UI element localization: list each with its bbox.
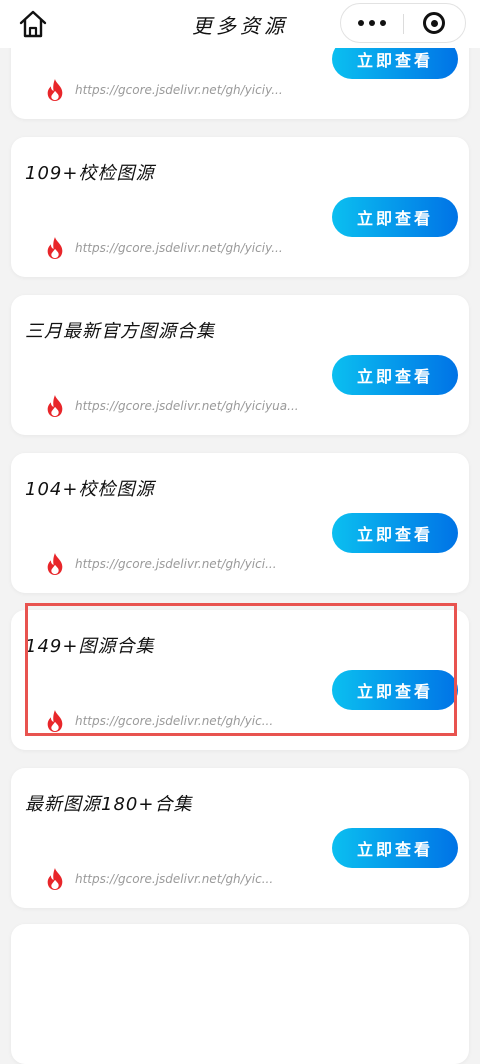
resource-card: 三月最新官方图源合集 立即查看 https://gcore.jsdelivr.n… xyxy=(11,295,469,435)
resource-url[interactable]: https://gcore.jsdelivr.net/gh/yici... xyxy=(75,557,277,571)
target-close-icon xyxy=(423,12,445,34)
fire-icon xyxy=(47,237,63,259)
mini-program-capsule xyxy=(340,3,466,43)
more-button[interactable] xyxy=(341,4,403,42)
resource-url[interactable]: https://gcore.jsdelivr.net/gh/yic... xyxy=(75,872,273,886)
resource-card: 104+校检图源 立即查看 https://gcore.jsdelivr.net… xyxy=(11,453,469,593)
resource-url[interactable]: https://gcore.jsdelivr.net/gh/yiciy... xyxy=(75,241,283,255)
view-now-button[interactable]: 立即查看 xyxy=(332,355,458,395)
resource-url[interactable]: https://gcore.jsdelivr.net/gh/yic... xyxy=(75,714,273,728)
resource-url[interactable]: https://gcore.jsdelivr.net/gh/yiciyua... xyxy=(75,399,299,413)
fire-icon xyxy=(47,79,63,101)
view-now-button[interactable]: 立即查看 xyxy=(332,828,458,868)
resource-title: 三月最新官方图源合集 xyxy=(25,321,215,342)
fire-icon xyxy=(47,710,63,732)
view-now-button[interactable]: 立即查看 xyxy=(332,197,458,237)
fire-icon xyxy=(47,868,63,890)
view-now-button[interactable]: 立即查看 xyxy=(332,670,458,710)
resource-title: 104+校检图源 xyxy=(25,479,155,500)
resource-title: 最新图源180+合集 xyxy=(25,794,193,815)
fire-icon xyxy=(47,395,63,417)
resource-card: 最新图源180+合集 立即查看 https://gcore.jsdelivr.n… xyxy=(11,768,469,908)
more-dots-icon xyxy=(358,20,386,26)
top-nav-bar: 更多资源 xyxy=(0,0,480,48)
home-icon[interactable] xyxy=(17,8,49,40)
resource-card: 109+校检图源 立即查看 https://gcore.jsdelivr.net… xyxy=(11,137,469,277)
fire-icon xyxy=(47,553,63,575)
resource-title: 149+图源合集 xyxy=(25,636,155,657)
view-now-button[interactable]: 立即查看 xyxy=(332,513,458,553)
resource-card xyxy=(11,924,469,1064)
resource-url[interactable]: https://gcore.jsdelivr.net/gh/yiciy... xyxy=(75,83,283,97)
close-button[interactable] xyxy=(403,4,465,42)
resource-title: 109+校检图源 xyxy=(25,163,155,184)
resource-card: 149+图源合集 立即查看 https://gcore.jsdelivr.net… xyxy=(11,610,469,750)
